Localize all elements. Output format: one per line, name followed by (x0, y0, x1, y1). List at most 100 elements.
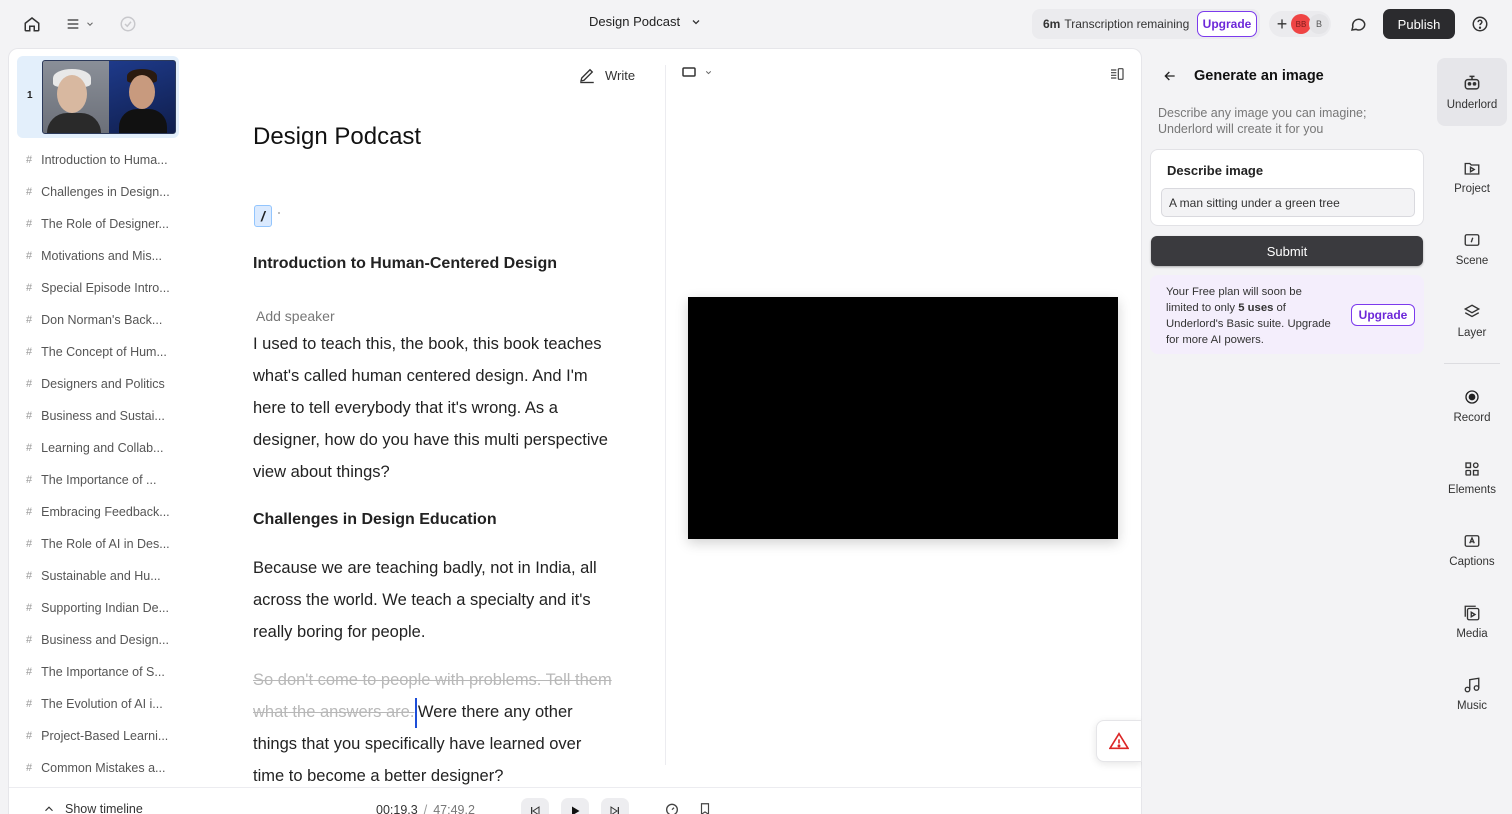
document-title[interactable]: Design Podcast (253, 123, 421, 151)
project-title: Design Podcast (589, 14, 681, 29)
chapter-item[interactable]: # Business and Design... (26, 624, 186, 656)
pen-icon (580, 68, 594, 84)
video-preview[interactable] (688, 297, 1118, 539)
submit-button[interactable]: Submit (1151, 236, 1423, 266)
chapter-item[interactable]: # Project-Based Learni... (26, 720, 186, 752)
record-icon (1465, 390, 1479, 404)
robot-icon (1464, 75, 1480, 90)
chapter-item[interactable]: # Learning and Collab... (26, 432, 186, 464)
hash-icon: # (26, 570, 33, 582)
rail-item-elements[interactable]: Elements (1437, 444, 1507, 512)
skip-forward-button[interactable] (601, 798, 629, 814)
publish-button[interactable]: Publish (1383, 9, 1455, 39)
chapter-item[interactable]: # The Importance of ... (26, 464, 186, 496)
chapter-item[interactable]: # The Importance of S... (26, 656, 186, 688)
transcript-paragraph[interactable]: I used to teach this, the book, this boo… (253, 328, 613, 488)
elements-icon (1465, 462, 1479, 476)
text-cursor (415, 697, 417, 728)
describe-image-label: Describe image (1167, 163, 1264, 178)
hash-icon: # (26, 186, 33, 198)
rail-item-media[interactable]: Media (1437, 588, 1507, 656)
project-title-dropdown[interactable]: Design Podcast (589, 14, 702, 29)
bookmark-icon[interactable] (698, 801, 712, 814)
chapter-item[interactable]: # Don Norman's Back... (26, 304, 186, 336)
hash-icon: # (26, 602, 33, 614)
chapter-item[interactable]: # Supporting Indian De... (26, 592, 186, 624)
chapter-item[interactable]: # The Evolution of AI i... (26, 688, 186, 720)
warning-icon (1109, 732, 1129, 750)
chapter-list: # Introduction to Huma... # Challenges in … (26, 144, 186, 784)
transcript-paragraph[interactable]: Because we are teaching badly, not in In… (253, 552, 613, 648)
hash-icon: # (26, 314, 33, 326)
skip-forward-icon (610, 806, 619, 814)
avatar[interactable]: BB (1291, 14, 1311, 34)
speed-icon[interactable] (664, 801, 680, 814)
rail-item-scene[interactable]: Scene (1437, 215, 1507, 283)
chevron-down-icon (705, 70, 712, 74)
add-speaker-button[interactable]: Add speaker (256, 308, 335, 324)
chapter-item[interactable]: # The Role of Designer... (26, 208, 186, 240)
image-prompt-input[interactable] (1161, 188, 1415, 217)
chapter-item[interactable]: # The Role of AI in Des... (26, 528, 186, 560)
music-note-icon (1464, 677, 1480, 693)
chapter-item[interactable]: # Special Episode Intro... (26, 272, 186, 304)
chapter-item[interactable]: # Motivations and Mis... (26, 240, 186, 272)
menu-button[interactable] (62, 12, 98, 36)
hash-icon: # (26, 634, 33, 646)
back-arrow-icon[interactable] (1162, 68, 1178, 84)
layers-icon (1463, 304, 1481, 318)
folder-play-icon (1464, 162, 1480, 175)
hash-icon: # (26, 250, 33, 262)
panel-title: Generate an image (1194, 68, 1324, 84)
home-icon[interactable] (20, 12, 44, 36)
chapter-item[interactable]: # Challenges in Design... (26, 176, 186, 208)
top-bar: Design Podcast 6m Transcription remainin… (0, 0, 1512, 48)
rail-item-underlord[interactable]: Underlord (1437, 58, 1507, 126)
slash-command[interactable]: / (254, 205, 272, 227)
transcript-paragraph[interactable]: So don't come to people with problems. T… (253, 664, 613, 792)
show-timeline-button[interactable]: Show timeline (42, 802, 143, 814)
warning-button[interactable] (1096, 720, 1142, 762)
chapter-item[interactable]: # Introduction to Huma... (26, 144, 186, 176)
captions-icon (1464, 535, 1480, 547)
collaborators[interactable]: + BB B (1269, 11, 1331, 37)
chapter-item[interactable]: # The Concept of Hum... (26, 336, 186, 368)
hash-icon: # (26, 698, 33, 710)
scene-thumbnail[interactable]: 1 (17, 56, 179, 138)
avatar[interactable]: B (1309, 14, 1329, 34)
chapter-item[interactable]: # Sustainable and Hu... (26, 560, 186, 592)
comments-icon[interactable] (1346, 12, 1370, 36)
skip-back-icon (531, 806, 540, 814)
layout-selector[interactable] (682, 67, 713, 77)
rail-item-project[interactable]: Project (1437, 143, 1507, 211)
section-heading[interactable]: Introduction to Human-Centered Design (253, 255, 557, 273)
chevron-up-icon (45, 806, 53, 812)
hash-icon: # (26, 282, 33, 294)
rail-item-captions[interactable]: Captions (1437, 516, 1507, 584)
upgrade-button[interactable]: Upgrade (1351, 304, 1415, 326)
upgrade-button[interactable]: Upgrade (1197, 11, 1257, 37)
current-time: 00:19.3 (376, 803, 418, 814)
rail-item-layer[interactable]: Layer (1437, 287, 1507, 355)
section-heading[interactable]: Challenges in Design Education (253, 511, 497, 529)
scene-preview-image (42, 60, 176, 134)
chevron-down-icon (87, 22, 93, 26)
chapter-item[interactable]: # Embracing Feedback... (26, 496, 186, 528)
toggle-panel-icon[interactable] (1109, 66, 1125, 87)
hash-icon: # (26, 666, 33, 678)
rail-item-record[interactable]: Record (1437, 372, 1507, 440)
describe-image-card: Describe image (1150, 149, 1424, 226)
write-button[interactable]: Write (578, 66, 635, 84)
play-button[interactable] (561, 798, 589, 814)
skip-back-button[interactable] (521, 798, 549, 814)
rail-item-music[interactable]: Music (1437, 660, 1507, 728)
scene-icon (1464, 234, 1480, 246)
generate-image-panel: Generate an image Describe any image you… (1142, 48, 1430, 814)
chapter-item[interactable]: # Business and Sustai... (26, 400, 186, 432)
chapter-item[interactable]: # Common Mistakes a... (26, 752, 186, 784)
free-plan-notice: Your Free plan will soon be limited to o… (1150, 275, 1424, 354)
chapter-item[interactable]: # Designers and Politics (26, 368, 186, 400)
help-icon[interactable] (1468, 12, 1492, 36)
scene-number: 1 (27, 90, 33, 101)
add-collaborator-icon[interactable]: + (1272, 14, 1292, 34)
